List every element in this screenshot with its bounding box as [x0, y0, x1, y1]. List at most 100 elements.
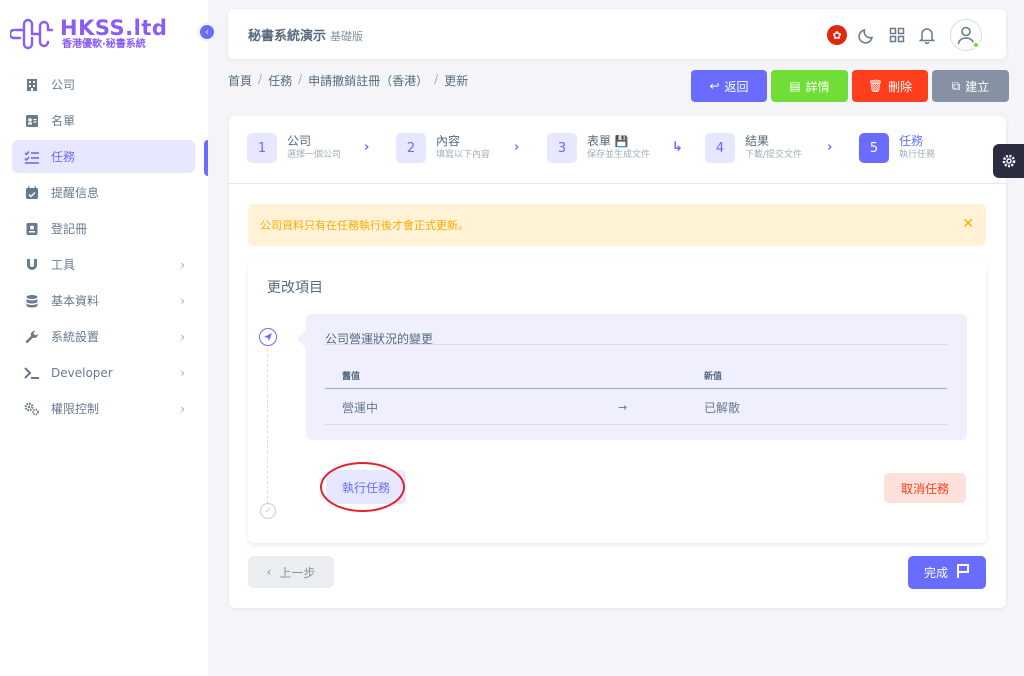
stepper: 1 公司 選擇一個公司 › 2 內容 填寫以下內容 › 3 表單 💾 保存並生成…: [229, 116, 1006, 184]
top-navbar: 秘書系統演示 基礎版 ✿: [228, 9, 1006, 59]
step-form[interactable]: 3 表單 💾 保存並生成文件: [547, 133, 650, 163]
step-title: 任務: [899, 134, 924, 148]
chevron-right-icon: ›: [364, 140, 370, 155]
chevron-left-icon: ‹: [266, 565, 272, 579]
theme-settings-button[interactable]: [993, 144, 1024, 178]
warning-alert: 公司資料只有在任務執行後才會正式更新。 ✕: [248, 204, 986, 246]
old-value: 營運中: [342, 400, 379, 415]
alert-message: 公司資料只有在任務執行後才會正式更新。: [260, 219, 469, 232]
step-description: 下載/提交文件: [745, 150, 803, 160]
checklist-icon: [24, 149, 40, 165]
step-title: 表單 💾: [587, 134, 650, 149]
breadcrumb: 首頁 / 任務 / 申請撤銷註冊（香港） / 更新: [228, 72, 474, 89]
step-content[interactable]: 2 內容 填寫以下內容: [396, 133, 490, 163]
edition-label: 基礎版: [330, 29, 364, 43]
user-avatar[interactable]: [950, 19, 982, 51]
document-icon: ▤: [789, 79, 801, 93]
trash-icon: 🗑: [867, 79, 884, 93]
back-label: 返回: [724, 79, 749, 94]
previous-step-button[interactable]: ‹ 上一步: [248, 556, 334, 588]
flag-icon: [956, 563, 970, 582]
step-number: 1: [247, 133, 277, 163]
sidebar-collapse-button[interactable]: ‹: [197, 22, 217, 42]
sidebar-item-label: 系統設置: [51, 330, 100, 344]
timeline-line: [267, 349, 268, 509]
arrow-right-icon: →: [618, 400, 628, 414]
grid-icon: [889, 27, 905, 43]
create-button[interactable]: ⧉ 建立: [932, 70, 1009, 102]
step-result[interactable]: 4 結果 下載/提交文件: [705, 133, 802, 163]
cancel-task-button[interactable]: 取消任務: [884, 473, 966, 503]
language-switch-button[interactable]: ✿: [822, 20, 852, 50]
previous-label: 上一步: [279, 565, 316, 580]
sidebar-item-reminders[interactable]: 提醒信息: [12, 176, 195, 209]
notifications-button[interactable]: [912, 20, 942, 50]
check-circle-icon: ✓: [260, 503, 276, 519]
new-value: 已解散: [704, 400, 741, 415]
terminal-icon: [24, 365, 40, 381]
step-task[interactable]: 5 任務 執行任務: [859, 133, 935, 163]
dark-mode-toggle[interactable]: [852, 20, 882, 50]
detail-label: 詳情: [805, 79, 830, 94]
delete-label: 刪除: [888, 79, 913, 94]
chevron-right-icon: ›: [180, 293, 185, 308]
moon-icon: [858, 29, 873, 44]
sidebar-item-basic-data[interactable]: 基本資料 ›: [12, 284, 195, 317]
step-description: 填寫以下內容: [436, 150, 491, 160]
sidebar-item-developer[interactable]: Developer ›: [12, 356, 195, 389]
add-copy-icon: ⧉: [951, 78, 961, 93]
sidebar-item-tools[interactable]: 工具 ›: [12, 248, 195, 281]
step-title: 公司: [287, 134, 312, 148]
step-number: 3: [547, 133, 577, 163]
sidebar-item-permissions[interactable]: 權限控制 ›: [12, 392, 195, 425]
breadcrumb-home[interactable]: 首頁: [228, 72, 252, 89]
divider: [325, 344, 947, 345]
sidebar-item-system-settings[interactable]: 系統設置 ›: [12, 320, 195, 353]
wrench-icon: [24, 329, 40, 345]
sidebar-item-company[interactable]: 公司: [12, 68, 195, 101]
breadcrumb-tasks[interactable]: 任務: [268, 72, 292, 89]
step-description: 選擇一個公司: [287, 150, 342, 160]
step-title-text: 表單: [587, 134, 612, 148]
calendar-icon: [24, 185, 40, 201]
gears-icon: [24, 401, 40, 417]
shortcuts-button[interactable]: [882, 20, 912, 50]
chevron-right-icon: ›: [514, 140, 520, 155]
sidebar-item-label: 提醒信息: [51, 186, 100, 200]
run-task-button[interactable]: 執行任務: [326, 470, 406, 504]
breadcrumb-task-name[interactable]: 申請撤銷註冊（香港）: [308, 72, 428, 89]
chevron-right-icon: ›: [827, 140, 833, 155]
database-icon: [24, 293, 40, 309]
navbar-icons: ✿: [822, 19, 982, 51]
sidebar-item-tasks[interactable]: 任務: [12, 140, 195, 173]
sidebar-item-label: Developer: [51, 365, 113, 380]
sidebar-menu: 公司 名單 任務 提醒信息 登記冊 工具 › 基本資料 › 系統設置 › Dev…: [12, 68, 195, 428]
active-menu-indicator: [204, 140, 208, 176]
column-header-new: 新值: [704, 371, 723, 382]
column-header-old: 舊值: [342, 371, 361, 382]
detail-button[interactable]: ▤ 詳情: [771, 70, 848, 102]
finish-button[interactable]: 完成: [908, 556, 986, 589]
brand-logo[interactable]: HKSS.ltd 香港優軟·秘書系統: [10, 16, 167, 52]
breadcrumb-separator: /: [298, 72, 303, 86]
brand-subtitle: 香港優軟·秘書系統: [62, 39, 146, 50]
register-icon: [24, 221, 40, 237]
sidebar: HKSS.ltd 香港優軟·秘書系統 公司 名單 任務 提醒信息 登記冊 工具 …: [0, 0, 208, 676]
sidebar-item-label: 任務: [51, 150, 76, 164]
back-button[interactable]: ↩ 返回: [691, 70, 767, 102]
app-title: 秘書系統演示: [248, 28, 327, 44]
sidebar-item-register[interactable]: 登記冊: [12, 212, 195, 245]
send-icon: [259, 328, 277, 346]
close-icon[interactable]: ✕: [962, 216, 974, 232]
delete-button[interactable]: 🗑 刪除: [852, 70, 928, 102]
chevron-right-icon: ›: [180, 401, 185, 416]
step-number: 5: [859, 133, 889, 163]
step-description: 保存並生成文件: [587, 150, 651, 160]
step-company[interactable]: 1 公司 選擇一個公司: [247, 133, 341, 163]
sidebar-item-label: 登記冊: [51, 222, 88, 236]
sidebar-item-label: 公司: [51, 78, 76, 92]
reply-arrow-icon: ↩: [709, 79, 720, 93]
sidebar-item-list[interactable]: 名單: [12, 104, 195, 137]
chevron-right-icon: ›: [180, 257, 185, 272]
action-toolbar: ↩ 返回 ▤ 詳情 🗑 刪除 ⧉ 建立: [691, 70, 1009, 102]
